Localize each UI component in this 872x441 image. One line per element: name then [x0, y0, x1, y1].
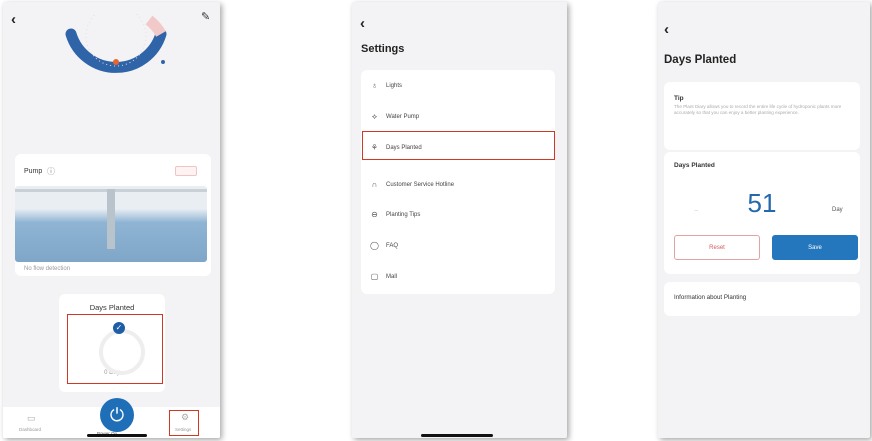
home-indicator	[87, 434, 147, 437]
days-value[interactable]: 51	[664, 188, 860, 219]
water-pump-icon: ⟡	[371, 112, 378, 121]
tank-pipe	[107, 189, 115, 249]
days-value-card: Days Planted − 51 Day Reset Save	[664, 152, 860, 274]
tip-card: Tip The Plant Diary allows you to record…	[664, 82, 860, 150]
faq-icon: ◯	[370, 241, 379, 250]
nav-label-dashboard[interactable]: Dashboard	[19, 427, 41, 432]
edit-icon[interactable]: ✎	[201, 10, 210, 23]
days-unit: Day	[832, 207, 843, 213]
highlight-box-days-planted	[362, 131, 555, 160]
power-button[interactable]: ⏻	[100, 398, 134, 432]
tip-text: The Plant Diary allows you to record the…	[674, 104, 842, 115]
menu-item-planting-tips[interactable]: ⊖ Planting Tips	[370, 208, 420, 222]
page-title: Days Planted	[664, 54, 737, 66]
menu-item-water-pump[interactable]: ⟡ Water Pump	[370, 110, 419, 124]
menu-item-customer-service[interactable]: ∩ Customer Service Hotline	[370, 178, 454, 192]
back-icon[interactable]: ‹	[664, 22, 669, 37]
mall-icon: ▢	[370, 272, 379, 281]
phone-screen-home: ‹ ✎ Pump ⓘ No flow detection Days Plante…	[3, 2, 220, 438]
menu-item-label: Customer Service Hotline	[386, 182, 455, 188]
page-title: Settings	[361, 43, 405, 55]
info-icon[interactable]: ⓘ	[47, 166, 55, 177]
menu-item-label: Planting Tips	[386, 212, 421, 218]
temperature-gauge	[65, 14, 167, 73]
highlight-box-settings	[169, 410, 199, 436]
menu-item-label: Water Pump	[386, 114, 420, 120]
menu-item-faq[interactable]: ◯ FAQ	[370, 239, 398, 253]
days-planted-title: Days Planted	[89, 303, 135, 312]
back-icon[interactable]: ‹	[360, 16, 365, 31]
dashboard-icon[interactable]: ▭	[27, 413, 36, 424]
menu-item-label: Lights	[386, 83, 403, 89]
highlight-box-days	[67, 314, 163, 384]
menu-item-label: FAQ	[386, 243, 399, 249]
menu-item-lights[interactable]: ♁ Lights	[370, 79, 403, 93]
back-icon[interactable]: ‹	[11, 12, 16, 27]
reset-button[interactable]: Reset	[674, 235, 760, 260]
menu-item-label: Mall	[386, 274, 398, 280]
pump-title: Pump	[24, 168, 43, 175]
light-icon: ♁	[371, 81, 378, 90]
tips-icon: ⊖	[371, 210, 378, 219]
tip-title: Tip	[674, 95, 684, 102]
pump-toggle[interactable]	[175, 166, 197, 176]
menu-item-mall[interactable]: ▢ Mall	[370, 270, 397, 284]
days-planted-label: Days Planted	[674, 162, 715, 169]
planting-info-card[interactable]: Information about Planting	[664, 282, 860, 316]
pump-status-hint: No flow detection	[24, 266, 71, 272]
planting-info-label: Information about Planting	[674, 294, 747, 301]
save-button[interactable]: Save	[772, 235, 858, 260]
water-tank-illustration	[15, 186, 207, 262]
phone-screen-days-planted: ‹ Days Planted Tip The Plant Diary allow…	[658, 2, 870, 438]
headset-icon: ∩	[371, 180, 378, 189]
home-indicator	[421, 434, 493, 437]
phone-screen-settings: ‹ Settings ♁ Lights ⟡ Water Pump ⚘ Days …	[352, 2, 567, 438]
